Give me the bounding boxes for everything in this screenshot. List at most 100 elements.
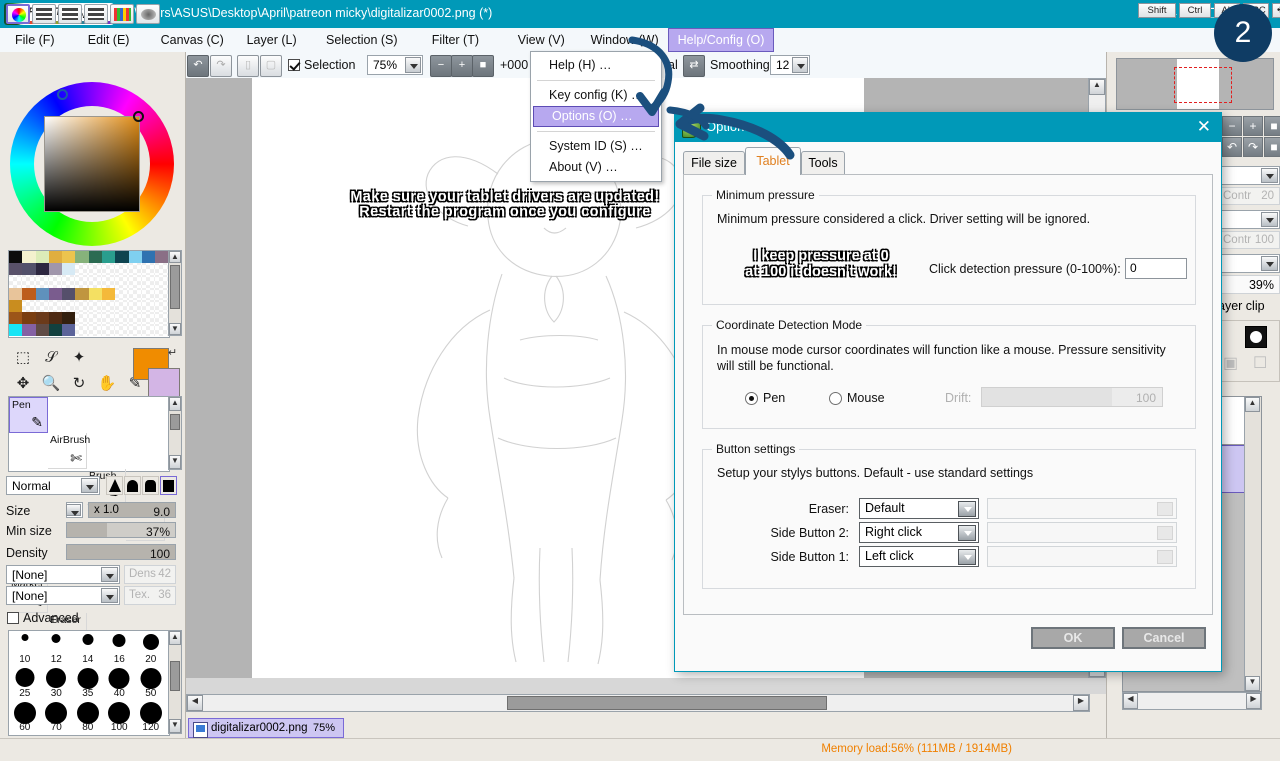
menu-selection[interactable]: Selection (S)	[317, 28, 407, 52]
list-icon[interactable]	[84, 4, 108, 24]
menu-help-config[interactable]: Help/Config (O)	[667, 28, 775, 52]
brush-preset-pen[interactable]: Pen ✎	[9, 397, 48, 433]
nav-rotate-cw-button[interactable]: ↷	[1243, 137, 1263, 157]
scroll-thumb[interactable]	[507, 696, 827, 710]
brush-size-cell[interactable]	[41, 733, 73, 735]
hue-handle[interactable]	[57, 89, 68, 100]
saturation-value-square[interactable]	[44, 116, 140, 212]
color-swatch[interactable]	[62, 263, 76, 276]
color-swatch[interactable]	[128, 263, 142, 276]
modifier-[interactable]: ✤	[1272, 3, 1280, 18]
color-swatch[interactable]	[75, 311, 89, 325]
scroll-down-icon[interactable]: ▼	[1245, 676, 1260, 691]
color-swatch[interactable]	[128, 324, 142, 337]
color-swatch[interactable]	[9, 299, 23, 312]
color-swatch[interactable]	[75, 275, 89, 288]
brush-size-cell[interactable]: 120	[135, 699, 167, 733]
color-swatch[interactable]	[102, 299, 116, 312]
color-swatch[interactable]	[35, 299, 49, 312]
color-swatch[interactable]	[155, 299, 169, 312]
color-swatch[interactable]	[115, 299, 129, 312]
color-swatch[interactable]	[155, 275, 169, 288]
color-swatch[interactable]	[48, 287, 63, 300]
menu-item-options[interactable]: Options (O) …	[533, 106, 659, 127]
color-swatch[interactable]	[75, 299, 89, 312]
color-swatch[interactable]	[88, 251, 103, 264]
side-button-2-combo[interactable]: Right click	[859, 522, 979, 543]
color-swatch[interactable]	[35, 275, 49, 288]
color-swatch[interactable]	[102, 311, 116, 325]
color-swatch[interactable]	[62, 324, 76, 337]
scroll-right-icon[interactable]: ▶	[1246, 693, 1261, 709]
color-swatch[interactable]	[102, 251, 116, 264]
brush-size-cell[interactable]	[135, 733, 167, 735]
scroll-thumb[interactable]	[170, 661, 180, 691]
size-library-scrollbar[interactable]: ▲ ▼	[168, 630, 182, 734]
color-swatch-grid[interactable]	[8, 250, 170, 338]
chevron-down-icon[interactable]	[1261, 168, 1278, 183]
brush-size-cell[interactable]: 20	[135, 631, 167, 665]
brush-size-cell[interactable]: 16	[104, 631, 136, 665]
zoom-reset-button[interactable]: ■	[472, 55, 494, 77]
texture-b-combo[interactable]: [None]	[6, 586, 120, 605]
color-swatch[interactable]	[48, 263, 63, 276]
brush-shape-preset[interactable]	[160, 476, 177, 495]
color-swatch[interactable]	[9, 263, 23, 276]
options-close-button[interactable]: ✕	[1197, 117, 1211, 137]
color-swatch[interactable]	[62, 311, 76, 325]
menu-layer[interactable]: Layer (L)	[238, 28, 306, 52]
color-swatch[interactable]	[48, 311, 63, 325]
color-swatch[interactable]	[155, 311, 169, 325]
side-button-1-combo[interactable]: Left click	[859, 546, 979, 567]
deselect-button[interactable]: ▢	[260, 55, 282, 77]
palette-icon[interactable]	[110, 4, 134, 24]
zoom-combo[interactable]: 75%	[367, 55, 423, 75]
lasso-icon[interactable]: 𝒮	[36, 344, 66, 372]
texture-a-combo[interactable]: [None]	[6, 565, 120, 584]
radio-pen[interactable]	[745, 392, 758, 405]
menu-edit[interactable]: Edit (E)	[79, 28, 139, 52]
color-swatch[interactable]	[128, 275, 142, 288]
color-swatch[interactable]	[48, 299, 63, 312]
menu-item-key[interactable]: Key config (K) …	[531, 85, 661, 106]
scroll-thumb[interactable]	[170, 414, 180, 430]
layer-list-horizontal-scrollbar[interactable]: ◀ ▶	[1122, 692, 1262, 710]
pan-hand-icon[interactable]: ✋	[92, 370, 122, 398]
brush-shape-preset[interactable]	[124, 476, 141, 495]
eraser-combo[interactable]: Default	[859, 498, 979, 519]
radio-mouse[interactable]	[829, 392, 842, 405]
menu-filter[interactable]: Filter (T)	[423, 28, 488, 52]
menu-item-help[interactable]: Help (H) …	[531, 55, 661, 76]
color-swatch[interactable]	[155, 263, 169, 276]
color-swatch[interactable]	[88, 324, 103, 337]
color-swatch[interactable]	[22, 311, 36, 325]
chevron-down-icon[interactable]	[81, 478, 98, 493]
color-swatch[interactable]	[88, 311, 103, 325]
color-swatch[interactable]	[22, 299, 36, 312]
color-swatch[interactable]	[115, 324, 129, 337]
scroll-up-icon[interactable]: ▲	[169, 631, 181, 645]
color-swatch[interactable]	[88, 299, 103, 312]
color-swatch[interactable]	[102, 263, 116, 276]
color-swatch[interactable]	[102, 324, 116, 337]
brush-size-cell[interactable]: 60	[9, 699, 41, 733]
chevron-down-icon[interactable]	[101, 567, 118, 582]
options-dialog[interactable]: Options ✕ File size Tablet Tools Minimum…	[674, 112, 1222, 672]
menu-canvas[interactable]: Canvas (C)	[152, 28, 233, 52]
color-swatch[interactable]	[155, 287, 169, 300]
brush-size-cell[interactable]: 30	[41, 665, 73, 699]
chevron-down-icon[interactable]	[958, 549, 976, 565]
flip-horizontal-button[interactable]: ⇄	[683, 55, 705, 77]
brush-size-cell[interactable]: 14	[72, 631, 104, 665]
color-swatch[interactable]	[9, 287, 23, 300]
color-swatch[interactable]	[115, 287, 129, 300]
blend-mode-combo[interactable]: Normal	[6, 476, 100, 495]
color-swatch[interactable]	[22, 324, 36, 337]
menu-item-system[interactable]: System ID (S) …	[531, 136, 661, 157]
color-swatch[interactable]	[88, 263, 103, 276]
color-swatch[interactable]	[35, 251, 49, 264]
nav-zoom-in-button[interactable]: +	[1243, 116, 1263, 136]
chevron-down-icon[interactable]	[958, 501, 976, 517]
tab-tablet[interactable]: Tablet	[745, 147, 801, 175]
scroll-up-icon[interactable]: ▲	[1245, 397, 1260, 412]
